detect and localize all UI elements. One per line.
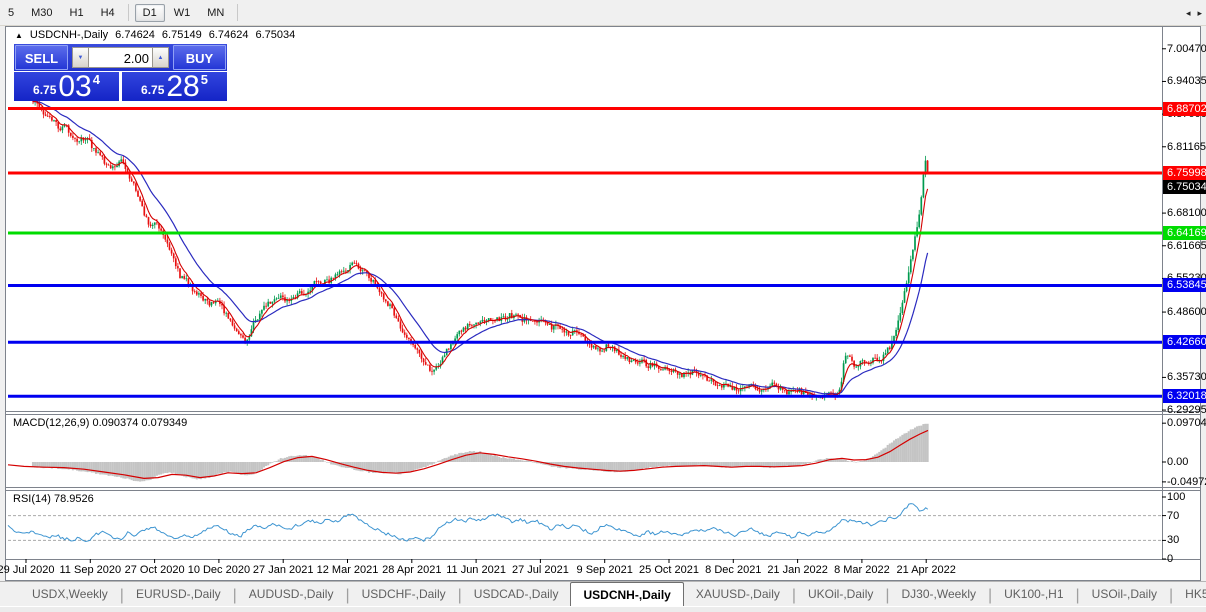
axis-label: 6.29295 <box>1167 403 1206 417</box>
trade-panel-price-row: 6.75 03 4 6.75 28 5 <box>14 72 227 101</box>
date-label: 21 Jan 2022 <box>767 564 828 576</box>
timeframe-d1[interactable]: D1 <box>135 4 165 22</box>
one-click-trade-panel: SELL ▼ 2.00 ▲ BUY 6.75 03 4 6.75 28 5 <box>14 44 227 101</box>
current-price-badge: 6.75034 <box>1163 180 1206 194</box>
timeframe-5[interactable]: 5 <box>0 4 22 22</box>
collapse-chart-icon[interactable]: ▲ <box>15 31 23 40</box>
date-label: 8 Mar 2022 <box>834 564 890 576</box>
axis-label: 100 <box>1167 490 1185 504</box>
axis-label: 0.00 <box>1167 455 1188 469</box>
tabs-scroll-right-icon[interactable]: ▸ <box>1197 8 1202 19</box>
date-label: 21 Apr 2022 <box>897 564 956 576</box>
tab-usdx-weekly[interactable]: USDX,Weekly <box>20 582 120 606</box>
sell-price-sup: 4 <box>93 72 100 87</box>
volume-decrease-button[interactable]: ▼ <box>72 47 89 68</box>
tab-audusd-daily[interactable]: AUDUSD-,Daily <box>237 582 346 606</box>
date-label: 8 Dec 2021 <box>705 564 761 576</box>
date-label: 11 Jun 2021 <box>446 564 506 576</box>
axis-label: 6.94035 <box>1167 74 1206 88</box>
price-level-badge: 6.75998 <box>1163 166 1206 180</box>
tab-scroll-controls: ◂ ▸ <box>1186 8 1202 19</box>
timeframe-list: 5M30H1H4 D1W1MN <box>0 0 1206 25</box>
status-bar <box>0 606 1206 612</box>
date-label: 9 Sep 2021 <box>577 564 633 576</box>
date-label: 27 Jan 2021 <box>253 564 314 576</box>
tab-xauusd-daily[interactable]: XAUUSD-,Daily <box>684 582 792 606</box>
sell-price-prefix: 6.75 <box>33 83 56 97</box>
ohlc-low: 6.74624 <box>209 29 249 41</box>
timeframe-w1[interactable]: W1 <box>166 4 199 22</box>
chart-header: ▲ USDCNH-,Daily 6.74624 6.75149 6.74624 … <box>15 29 295 41</box>
date-label: 10 Dec 2020 <box>188 564 250 576</box>
axis-label: 0.097045 <box>1167 416 1206 430</box>
tab-hk50[interactable]: HK50-, <box>1173 582 1206 606</box>
buy-price-big: 28 <box>166 74 199 100</box>
axis-label: 7.00470 <box>1167 42 1206 56</box>
timeframe-h1[interactable]: H1 <box>62 4 92 22</box>
sell-price-display[interactable]: 6.75 03 4 <box>14 72 119 101</box>
tab-usdchf-daily[interactable]: USDCHF-,Daily <box>350 582 458 606</box>
volume-increase-button[interactable]: ▲ <box>152 47 169 68</box>
timeframe-mn[interactable]: MN <box>199 4 232 22</box>
axis-label: 6.81165 <box>1167 140 1206 154</box>
ohlc-open: 6.74624 <box>115 29 155 41</box>
date-label: 12 Mar 2021 <box>317 564 379 576</box>
axis-label: 6.35730 <box>1167 370 1206 384</box>
tab-dj30-weekly[interactable]: DJ30-,Weekly <box>890 582 988 606</box>
price-level-badge: 6.64169 <box>1163 226 1206 240</box>
date-label: 27 Jul 2021 <box>512 564 569 576</box>
tab-usdcad-daily[interactable]: USDCAD-,Daily <box>462 582 571 606</box>
date-label: 11 Sep 2020 <box>60 564 122 576</box>
price-level-badge: 6.53845 <box>1163 278 1206 292</box>
axis-label: 30 <box>1167 533 1179 547</box>
price-level-badge: 6.42660 <box>1163 335 1206 349</box>
toolbar-separator <box>128 4 129 21</box>
chart-window <box>5 26 1201 581</box>
date-label: 25 Oct 2021 <box>639 564 699 576</box>
price-level-badge: 6.88702 <box>1163 102 1206 116</box>
chart-symbol-label: USDCNH-,Daily <box>30 29 108 41</box>
tab-usoil-daily[interactable]: USOil-,Daily <box>1080 582 1169 606</box>
tab-usdcnh-daily[interactable]: USDCNH-,Daily <box>570 582 683 606</box>
chart-tab-list: USDX,Weekly|EURUSD-,Daily|AUDUSD-,Daily|… <box>0 582 1206 606</box>
ohlc-close: 6.75034 <box>255 29 295 41</box>
macd-label: MACD(12,26,9) 0.090374 0.079349 <box>13 417 187 429</box>
axis-label: 70 <box>1167 509 1179 523</box>
timeframe-toolbar: 5M30H1H4 D1W1MN <box>0 0 1206 26</box>
trade-panel-top-row: SELL ▼ 2.00 ▲ BUY <box>14 44 227 71</box>
tab-uk100-h1[interactable]: UK100-,H1 <box>992 582 1075 606</box>
sell-price-big: 03 <box>58 74 91 100</box>
axis-label: 0 <box>1167 552 1173 566</box>
buy-button[interactable]: BUY <box>173 45 226 70</box>
axis-label: -0.04972 <box>1167 475 1206 489</box>
buy-price-display[interactable]: 6.75 28 5 <box>122 72 227 101</box>
date-label: 27 Oct 2020 <box>125 564 185 576</box>
date-label: 29 Jul 2020 <box>0 564 54 576</box>
price-level-badge: 6.32018 <box>1163 389 1206 403</box>
tab-ukoil-daily[interactable]: UKOil-,Daily <box>796 582 885 606</box>
rsi-label: RSI(14) 78.9526 <box>13 493 94 505</box>
timeframe-m30[interactable]: M30 <box>23 4 60 22</box>
tabs-scroll-left-icon[interactable]: ◂ <box>1186 8 1191 19</box>
buy-price-sup: 5 <box>201 72 208 87</box>
ohlc-high: 6.75149 <box>162 29 202 41</box>
axis-label: 6.48600 <box>1167 305 1206 319</box>
axis-label: 6.61665 <box>1167 239 1206 253</box>
volume-input[interactable]: 2.00 <box>89 47 152 68</box>
sell-button[interactable]: SELL <box>15 45 68 70</box>
axis-label: 6.68100 <box>1167 206 1206 220</box>
timeframe-h4[interactable]: H4 <box>93 4 123 22</box>
date-label: 28 Apr 2021 <box>382 564 441 576</box>
buy-price-prefix: 6.75 <box>141 83 164 97</box>
chart-tabs-bar: USDX,Weekly|EURUSD-,Daily|AUDUSD-,Daily|… <box>0 581 1206 606</box>
tab-eurusd-daily[interactable]: EURUSD-,Daily <box>124 582 233 606</box>
toolbar-separator <box>237 4 238 21</box>
